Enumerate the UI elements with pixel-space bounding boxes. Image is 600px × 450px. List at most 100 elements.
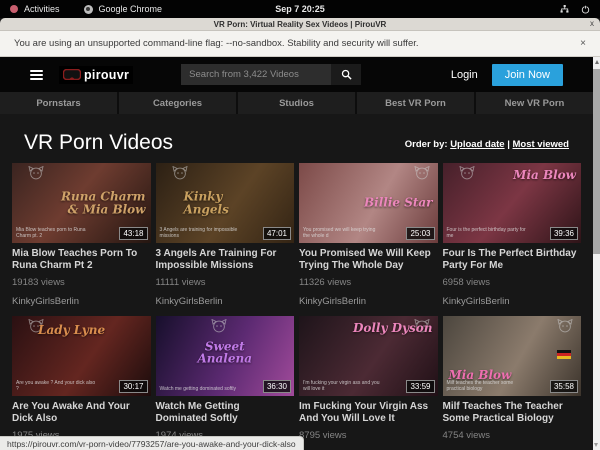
video-card[interactable]: Kinky Angels 3 Angels are training for i…: [156, 163, 295, 307]
video-card[interactable]: Runa Charm & Mia Blow Mia Blow teaches p…: [12, 163, 151, 307]
scrollbar[interactable]: [593, 57, 600, 450]
menu-item-studios[interactable]: Studios: [238, 92, 355, 114]
video-title-link[interactable]: Milf Teaches The Teacher Some Practical …: [443, 401, 582, 424]
join-now-button[interactable]: Join Now: [492, 64, 563, 86]
video-views: 19183 views: [12, 277, 151, 288]
page-title-row: VR Porn Videos Order by: Upload date | M…: [0, 114, 593, 153]
video-title-link[interactable]: Im Fucking Your Virgin Ass And You Will …: [299, 401, 438, 424]
video-card[interactable]: Mia Blow Four is the perfect birthday pa…: [443, 163, 582, 307]
order-sep: |: [505, 139, 513, 150]
menu-item-best-vr-porn[interactable]: Best VR Porn: [357, 92, 474, 114]
german-flag-icon: [557, 350, 571, 359]
thumbnail-caption: You promised we will keep trying the who…: [303, 227, 383, 241]
video-thumbnail[interactable]: Sweet Analena Watch me getting dominated…: [156, 316, 295, 396]
video-card[interactable]: Lady Lyne Are you awake ? And your dick …: [12, 316, 151, 441]
power-icon[interactable]: [581, 5, 590, 14]
menu-item-pornstars[interactable]: Pornstars: [0, 92, 117, 114]
duration-badge: 36:30: [263, 380, 291, 393]
video-title-link[interactable]: You Promised We Will Keep Trying The Who…: [299, 248, 438, 271]
duration-badge: 43:18: [119, 227, 147, 240]
thumbnail-overlay-name: Runa Charm & Mia Blow: [60, 190, 146, 215]
studio-link[interactable]: KinkyGirlsBerlin: [12, 296, 151, 307]
studio-link[interactable]: KinkyGirlsBerlin: [299, 296, 438, 307]
warning-bar: You are using an unsupported command-lin…: [0, 31, 600, 57]
video-title-link[interactable]: Four Is The Perfect Birthday Party For M…: [443, 248, 582, 271]
window-titlebar[interactable]: VR Porn: Virtual Reality Sex Videos | Pi…: [0, 18, 600, 31]
thumbnail-caption: Watch me getting dominated softly: [160, 386, 237, 393]
order-most-viewed-link[interactable]: Most viewed: [513, 139, 570, 150]
login-link[interactable]: Login: [451, 69, 478, 81]
warning-text: You are using an unsupported command-lin…: [14, 38, 419, 49]
video-card[interactable]: Dolly Dyson I'm fucking your virgin ass …: [299, 316, 438, 441]
video-views: 8795 views: [299, 430, 438, 441]
network-icon[interactable]: [560, 5, 569, 14]
video-thumbnail[interactable]: Lady Lyne Are you awake ? And your dick …: [12, 316, 151, 396]
duration-badge: 25:03: [406, 227, 434, 240]
duration-badge: 47:01: [263, 227, 291, 240]
video-thumbnail[interactable]: Dolly Dyson I'm fucking your virgin ass …: [299, 316, 438, 396]
video-thumbnail[interactable]: Runa Charm & Mia Blow Mia Blow teaches p…: [12, 163, 151, 243]
video-thumbnail[interactable]: Kinky Angels 3 Angels are training for i…: [156, 163, 295, 243]
video-card[interactable]: Mia Blow Milf teaches the teacher some p…: [443, 316, 582, 441]
duration-badge: 35:58: [550, 380, 578, 393]
page-title: VR Porn Videos: [24, 132, 173, 153]
window-close-icon[interactable]: x: [590, 20, 594, 28]
video-views: 11326 views: [299, 277, 438, 288]
studio-cat-watermark-icon: [28, 166, 44, 180]
thumbnail-caption: I'm fucking your virgin ass and you will…: [303, 380, 383, 394]
desktop-top-bar: Activities Google Chrome Sep 7 20:25: [0, 0, 600, 18]
scrollbar-down-icon[interactable]: [594, 443, 598, 447]
video-views: 11111 views: [156, 277, 295, 288]
status-url: https://pirouvr.com/vr-porn-video/779325…: [7, 439, 296, 449]
menu-item-new-vr-porn[interactable]: New VR Porn: [476, 92, 593, 114]
order-by: Order by: Upload date | Most viewed: [405, 139, 569, 153]
video-thumbnail[interactable]: Billie Star You promised we will keep tr…: [299, 163, 438, 243]
clock[interactable]: Sep 7 20:25: [0, 4, 600, 14]
thumbnail-caption: Milf teaches the teacher some practical …: [447, 380, 527, 394]
video-thumbnail[interactable]: Mia Blow Four is the perfect birthday pa…: [443, 163, 582, 243]
duration-badge: 30:17: [119, 380, 147, 393]
video-views: 4754 views: [443, 430, 582, 441]
scrollbar-up-icon[interactable]: [595, 60, 599, 64]
studio-cat-watermark-icon: [459, 166, 475, 180]
thumbnail-overlay-name: Sweet Analena: [190, 340, 259, 365]
video-views: 6958 views: [443, 277, 582, 288]
thumbnail-overlay-name: Lady Lyne: [38, 324, 105, 337]
video-grid: Runa Charm & Mia Blow Mia Blow teaches p…: [0, 153, 593, 441]
order-upload-date-link[interactable]: Upload date: [450, 139, 504, 150]
status-bar: https://pirouvr.com/vr-porn-video/779325…: [0, 436, 304, 450]
window-title: VR Porn: Virtual Reality Sex Videos | Pi…: [214, 20, 387, 29]
site-logo[interactable]: pirouvr: [59, 66, 133, 84]
studio-link[interactable]: KinkyGirlsBerlin: [156, 296, 295, 307]
studio-cat-watermark-icon: [557, 319, 573, 333]
video-title-link[interactable]: Mia Blow Teaches Porn To Runa Charm Pt 2: [12, 248, 151, 271]
thumbnail-caption: 3 Angels are training for impossible mis…: [160, 227, 240, 241]
scrollbar-thumb[interactable]: [593, 69, 600, 254]
thumbnail-overlay-name: Dolly Dyson: [353, 322, 433, 335]
video-card[interactable]: Billie Star You promised we will keep tr…: [299, 163, 438, 307]
studio-link[interactable]: KinkyGirlsBerlin: [443, 296, 582, 307]
studio-cat-watermark-icon: [172, 166, 188, 180]
main-menu: PornstarsCategoriesStudiosBest VR PornNe…: [0, 92, 593, 114]
thumbnail-overlay-name: Kinky Angels: [184, 190, 270, 215]
menu-item-categories[interactable]: Categories: [119, 92, 236, 114]
video-title-link[interactable]: 3 Angels Are Training For Impossible Mis…: [156, 248, 295, 271]
search-input[interactable]: [181, 64, 331, 85]
warning-close-icon[interactable]: ×: [580, 38, 586, 49]
video-thumbnail[interactable]: Mia Blow Milf teaches the teacher some p…: [443, 316, 582, 396]
video-card[interactable]: Sweet Analena Watch me getting dominated…: [156, 316, 295, 441]
thumbnail-caption: Are you awake ? And your dick also ?: [16, 380, 96, 394]
video-title-link[interactable]: Watch Me Getting Dominated Softly: [156, 401, 295, 424]
studio-cat-watermark-icon: [211, 319, 227, 333]
hamburger-menu-icon[interactable]: [30, 70, 43, 80]
duration-badge: 33:59: [406, 380, 434, 393]
search-icon: [341, 69, 352, 80]
thumbnail-overlay-name: Billie Star: [364, 197, 433, 210]
video-title-link[interactable]: Are You Awake And Your Dick Also: [12, 401, 151, 424]
site-header: pirouvr Login Join Now: [0, 57, 593, 92]
studio-cat-watermark-icon: [414, 166, 430, 180]
order-by-label: Order by:: [405, 139, 448, 150]
page-viewport: pirouvr Login Join Now PornstarsCategori…: [0, 57, 593, 450]
search-button[interactable]: [331, 64, 361, 85]
site-logo-text: pirouvr: [84, 68, 129, 82]
